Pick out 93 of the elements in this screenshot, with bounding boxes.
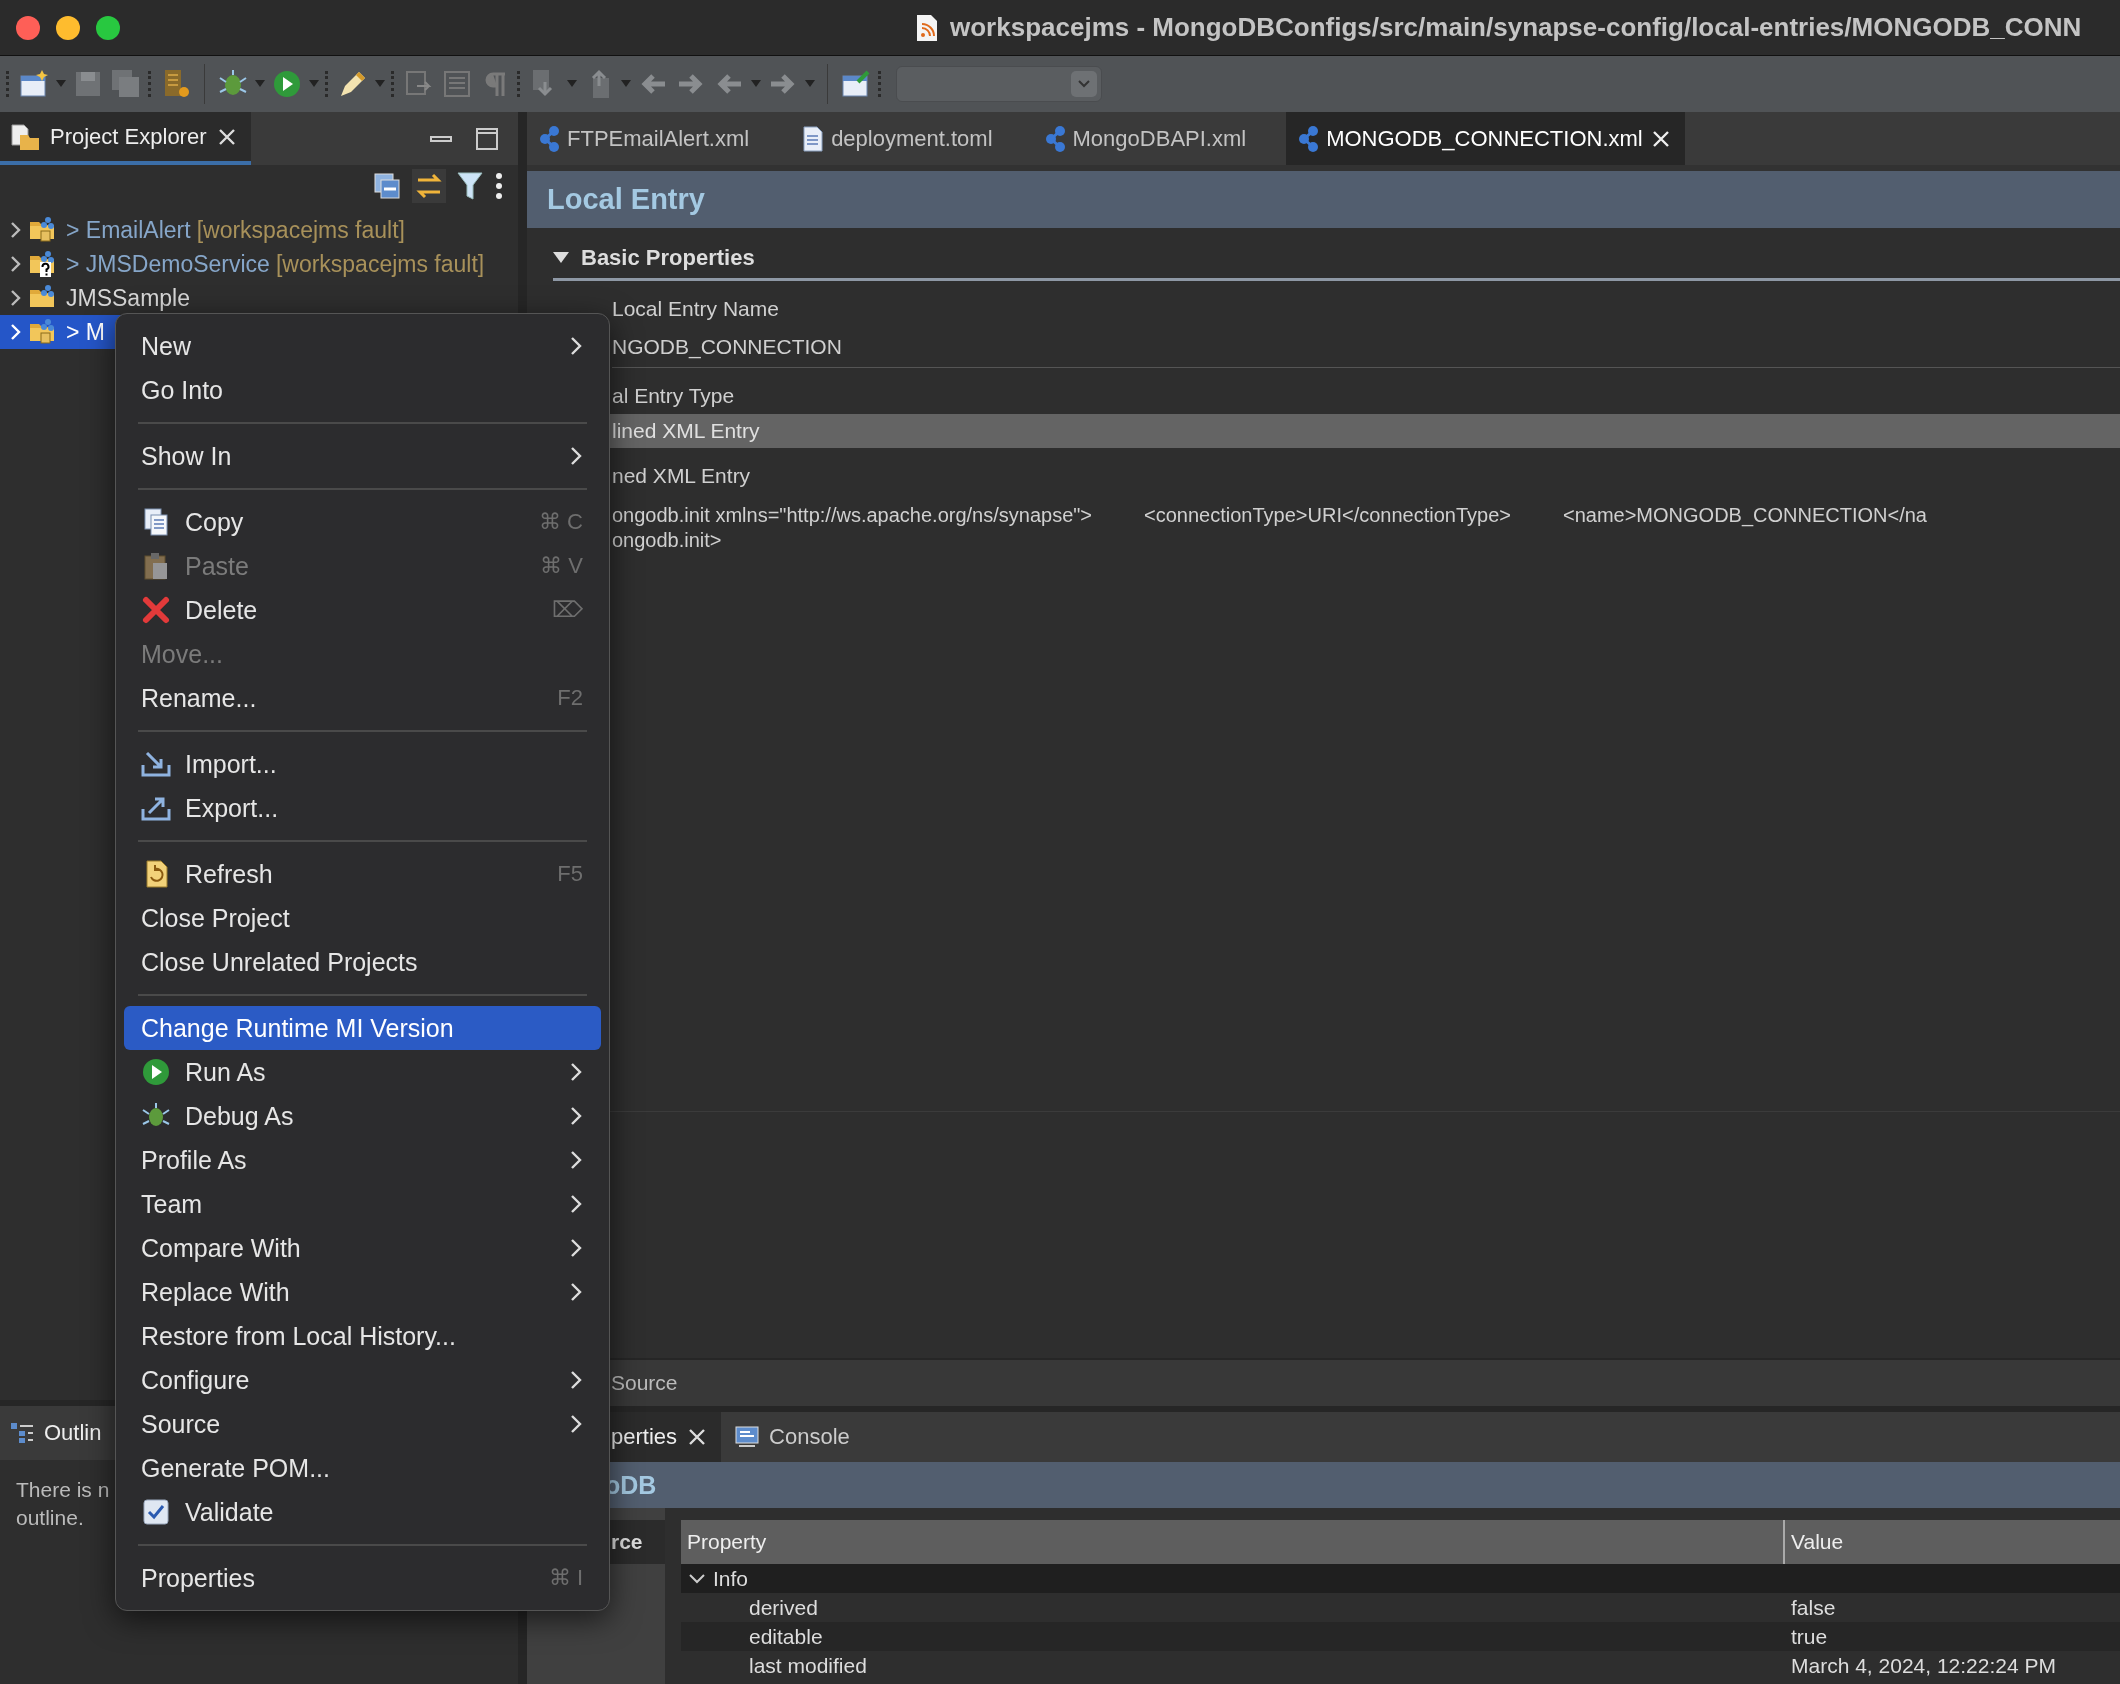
outline-message: There is n (16, 1478, 110, 1502)
menu-item[interactable]: Go Into (124, 368, 601, 412)
menu-item[interactable]: Close Unrelated Projects (124, 940, 601, 984)
window-title: workspacejms - MongoDBConfigs/src/main/synapse-config/local-entries/MONGODB_CONN (950, 12, 2082, 43)
tree-item[interactable]: > JMSDemoService [workspacejms fault] (0, 247, 518, 281)
link-editor-icon[interactable] (412, 169, 446, 203)
project-name: > EmailAlert (66, 216, 191, 244)
close-window-button[interactable] (16, 15, 40, 40)
editor-tab[interactable]: MongoDBAPI.xml (1032, 112, 1287, 165)
folder-icon (10, 122, 40, 151)
shortcut-label: ⌘ C (539, 509, 583, 535)
menu-item[interactable]: Copy ⌘ C (124, 500, 601, 544)
menu-item[interactable]: Import... (124, 742, 601, 786)
console-icon (735, 1426, 760, 1448)
tree-item[interactable]: > EmailAlert [workspacejms fault] (0, 213, 518, 247)
minimize-window-button[interactable] (56, 15, 80, 40)
maximize-icon[interactable] (476, 127, 498, 150)
new-file-icon[interactable] (18, 68, 50, 100)
menu-item[interactable]: New (124, 324, 601, 368)
open-perspective-icon[interactable] (840, 68, 872, 100)
editor-tab[interactable]: FTPEmailAlert.xml (527, 112, 790, 165)
copy-icon (141, 507, 171, 537)
section-header[interactable]: Basic Properties (553, 238, 2120, 281)
property-name: last modified (749, 1653, 867, 1678)
document-icon (801, 125, 824, 152)
tree-item[interactable]: JMSSample (0, 281, 518, 315)
project-name: > M (66, 318, 105, 346)
field-label: al Entry Type (612, 383, 736, 409)
property-value: false (1790, 1595, 1837, 1620)
node-graph-icon (1044, 125, 1065, 152)
menu-item[interactable]: Refresh F5 (124, 852, 601, 896)
field-label: ned XML Entry (612, 463, 752, 489)
project-status: [workspacejms fault] (196, 216, 405, 244)
zoom-window-button[interactable] (96, 15, 120, 40)
close-icon[interactable] (687, 1427, 708, 1447)
outline-icon (10, 1421, 34, 1445)
menu-item[interactable]: Rename... F2 (124, 676, 601, 720)
menu-item[interactable]: Configure (124, 1358, 601, 1402)
collapse-all-icon[interactable] (372, 171, 402, 201)
menu-item[interactable]: Restore from Local History... (124, 1314, 601, 1358)
shortcut-label: F5 (557, 861, 583, 887)
xml-text: ongodb.init xmlns="http://ws.apache.org/ns/synapse"> (612, 504, 1093, 527)
xml-text: <connectionType>URI</connectionType> (1144, 504, 1511, 527)
shortcut-label: ⌘ V (540, 553, 583, 579)
form-title: Local Entry (527, 171, 2120, 228)
menu-item[interactable]: Properties ⌘ I (124, 1556, 601, 1600)
menu-item[interactable]: Team (124, 1182, 601, 1226)
run-icon[interactable] (271, 68, 303, 100)
property-group: Info (713, 1566, 749, 1591)
close-icon[interactable] (216, 126, 237, 147)
more-options-icon[interactable] (494, 171, 504, 201)
view-tab[interactable]: Project Explorer (0, 112, 251, 165)
close-icon[interactable] (1650, 128, 1671, 149)
shortcut-label: F2 (557, 685, 583, 711)
import-icon (141, 749, 171, 779)
node-graph-icon (539, 125, 559, 152)
project-status: [workspacejms fault] (275, 250, 485, 278)
menu-item[interactable]: Change Runtime MI Version (124, 1006, 601, 1050)
run-icon (141, 1057, 171, 1087)
node-graph-icon (1298, 125, 1319, 152)
text-field[interactable]: NGODB_CONNECTION (612, 327, 2120, 368)
menu-item[interactable]: Close Project (124, 896, 601, 940)
menu-item[interactable]: Profile As (124, 1138, 601, 1182)
menu-item[interactable]: Debug As (124, 1094, 601, 1138)
expand-triangle-icon[interactable] (553, 252, 569, 264)
checkbox[interactable] (141, 1497, 171, 1527)
menu-item[interactable]: Compare With (124, 1226, 601, 1270)
menu-item[interactable]: Delete ⌦ (124, 588, 601, 632)
shortcut-label: ⌦ (552, 597, 583, 623)
feed-document-icon (916, 13, 938, 42)
property-name: editable (749, 1624, 823, 1649)
filter-icon[interactable] (456, 171, 484, 201)
delete-icon (141, 595, 171, 625)
property-value: March 4, 2024, 12:22:24 PM (1790, 1653, 2057, 1678)
outline-message: outline. (16, 1506, 84, 1530)
shortcut-label: ⌘ I (548, 1565, 583, 1591)
column-header[interactable]: Property (681, 1520, 1783, 1564)
editor-tab[interactable]: MONGODB_CONNECTION.xml (1286, 112, 1685, 165)
panel-tab[interactable]: Console (721, 1412, 864, 1462)
menu-item[interactable]: Export... (124, 786, 601, 830)
field-label: Local Entry Name (612, 296, 780, 322)
editor-tab[interactable]: deployment.toml (789, 112, 1033, 165)
view-tab[interactable]: Outlin (44, 1420, 102, 1446)
menu-item[interactable]: Run As (124, 1050, 601, 1094)
project-name: > JMSDemoService (66, 250, 270, 278)
xml-text: ongodb.init> (612, 529, 722, 552)
property-name: derived (749, 1595, 818, 1620)
combo-field[interactable] (896, 66, 1102, 102)
property-value: true (1790, 1624, 1829, 1649)
project-name: JMSSample (66, 284, 190, 312)
xml-text: <name>MONGODB_CONNECTION</na (1562, 504, 1927, 527)
menu-item[interactable]: Replace With (124, 1270, 601, 1314)
view-title: Project Explorer (50, 123, 207, 150)
